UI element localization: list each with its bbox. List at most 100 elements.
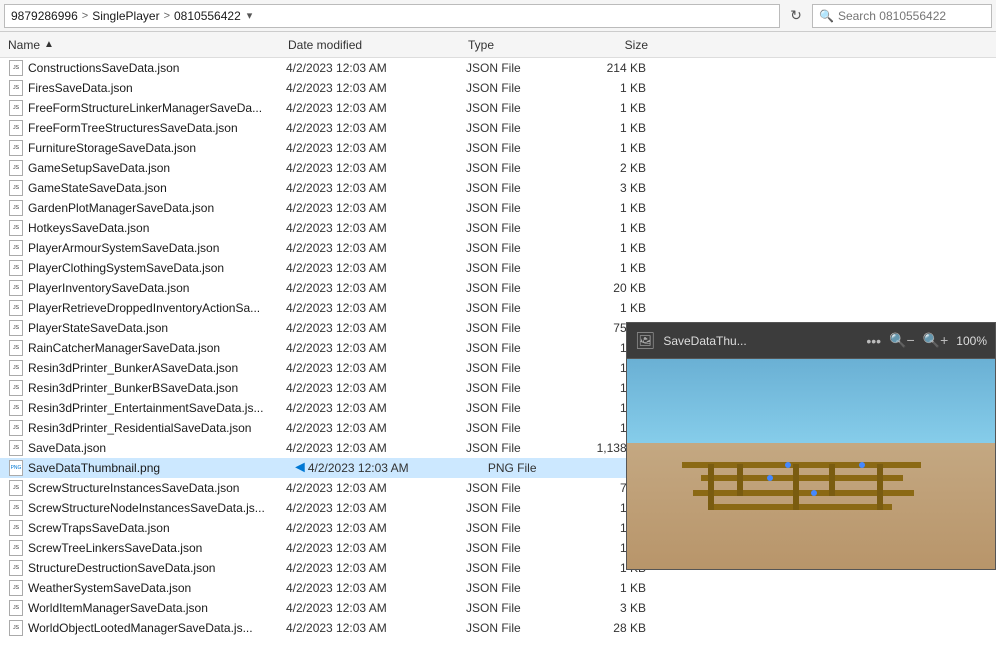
breadcrumb-part3: 0810556422 <box>174 9 241 23</box>
json-file-icon: JS <box>8 480 24 496</box>
file-date: 4/2/2023 12:03 AM <box>308 461 488 475</box>
zoom-out-button[interactable]: 🔍− <box>889 332 915 349</box>
json-file-icon: JS <box>8 400 24 416</box>
file-date: 4/2/2023 12:03 AM <box>286 201 466 215</box>
file-date: 4/2/2023 12:03 AM <box>286 401 466 415</box>
table-row[interactable]: JSPlayerArmourSystemSaveData.json4/2/202… <box>0 238 996 258</box>
json-file-icon: JS <box>8 600 24 616</box>
file-type: JSON File <box>466 61 566 75</box>
table-row[interactable]: JSWeatherSystemSaveData.json4/2/2023 12:… <box>0 578 996 598</box>
file-name: ScrewTrapsSaveData.json <box>28 521 286 535</box>
file-size: 1 KB <box>566 261 646 275</box>
file-size: 1 KB <box>566 221 646 235</box>
file-size: 1 KB <box>566 101 646 115</box>
preview-header: 🖼 SaveDataThu... ••• 🔍− 🔍+ 100% <box>627 323 995 359</box>
file-size: 3 KB <box>566 601 646 615</box>
file-date: 4/2/2023 12:03 AM <box>286 341 466 355</box>
breadcrumb-sep2: > <box>164 10 170 22</box>
file-type: JSON File <box>466 241 566 255</box>
file-name: ConstructionsSaveData.json <box>28 61 286 75</box>
refresh-button[interactable]: ↻ <box>784 4 808 28</box>
preview-image-area <box>627 359 995 569</box>
file-type: JSON File <box>466 121 566 135</box>
file-type: JSON File <box>466 421 566 435</box>
file-size: 1 KB <box>566 121 646 135</box>
file-type: JSON File <box>466 361 566 375</box>
col-header-name[interactable]: Name ▲ <box>8 38 288 52</box>
game-screenshot <box>627 359 995 569</box>
json-file-icon: JS <box>8 140 24 156</box>
file-size: 1 KB <box>566 241 646 255</box>
json-file-icon: JS <box>8 80 24 96</box>
breadcrumb-chevron-icon: ▾ <box>247 9 253 22</box>
file-name: StructureDestructionSaveData.json <box>28 561 286 575</box>
arrow-indicator: ◄ <box>292 459 308 477</box>
file-date: 4/2/2023 12:03 AM <box>286 481 466 495</box>
file-type: JSON File <box>466 301 566 315</box>
table-row[interactable]: JSGameStateSaveData.json4/2/2023 12:03 A… <box>0 178 996 198</box>
json-file-icon: JS <box>8 580 24 596</box>
file-name: FurnitureStorageSaveData.json <box>28 141 286 155</box>
file-size: 1 KB <box>566 81 646 95</box>
file-date: 4/2/2023 12:03 AM <box>286 61 466 75</box>
json-file-icon: JS <box>8 340 24 356</box>
breadcrumb-part2: SinglePlayer <box>92 9 159 23</box>
file-date: 4/2/2023 12:03 AM <box>286 361 466 375</box>
file-date: 4/2/2023 12:03 AM <box>286 141 466 155</box>
file-name: GameSetupSaveData.json <box>28 161 286 175</box>
file-type: JSON File <box>466 281 566 295</box>
json-file-icon: JS <box>8 120 24 136</box>
table-row[interactable]: JSWorldItemManagerSaveData.json4/2/2023 … <box>0 598 996 618</box>
table-row[interactable]: JSPlayerClothingSystemSaveData.json4/2/2… <box>0 258 996 278</box>
file-type: JSON File <box>466 521 566 535</box>
file-size: 1 KB <box>566 301 646 315</box>
preview-panel: 🖼 SaveDataThu... ••• 🔍− 🔍+ 100% <box>626 322 996 570</box>
col-header-size[interactable]: Size <box>568 38 648 52</box>
table-row[interactable]: JS GameSetupSaveData.json4/2/2023 12:03 A… <box>0 158 996 178</box>
file-type: JSON File <box>466 161 566 175</box>
table-row[interactable]: JSPlayerRetrieveDroppedInventoryActionSa… <box>0 298 996 318</box>
file-name: ScrewStructureInstancesSaveData.json <box>28 481 286 495</box>
table-row[interactable]: JSConstructionsSaveData.json4/2/2023 12:… <box>0 58 996 78</box>
file-name: WeatherSystemSaveData.json <box>28 581 286 595</box>
file-name: PlayerRetrieveDroppedInventoryActionSa..… <box>28 301 286 315</box>
file-type: JSON File <box>466 621 566 635</box>
png-file-icon: PNG <box>8 460 24 476</box>
breadcrumb-sep1: > <box>82 10 88 22</box>
table-row[interactable]: JSFreeFormStructureLinkerManagerSaveDa..… <box>0 98 996 118</box>
table-row[interactable]: JSPlayerInventorySaveData.json4/2/2023 1… <box>0 278 996 298</box>
file-name: Resin3dPrinter_BunkerASaveData.json <box>28 361 286 375</box>
table-row[interactable]: JSHotkeysSaveData.json4/2/2023 12:03 AMJ… <box>0 218 996 238</box>
table-row[interactable]: JSGardenPlotManagerSaveData.json4/2/2023… <box>0 198 996 218</box>
table-row[interactable]: JSFiresSaveData.json4/2/2023 12:03 AMJSO… <box>0 78 996 98</box>
preview-more-button[interactable]: ••• <box>866 333 881 349</box>
col-header-type[interactable]: Type <box>468 38 568 52</box>
file-type: JSON File <box>466 81 566 95</box>
file-date: 4/2/2023 12:03 AM <box>286 161 466 175</box>
file-date: 4/2/2023 12:03 AM <box>286 281 466 295</box>
json-file-icon: JS <box>8 200 24 216</box>
file-name: WorldItemManagerSaveData.json <box>28 601 286 615</box>
breadcrumb[interactable]: 9879286996 > SinglePlayer > 0810556422 ▾ <box>4 4 780 28</box>
json-file-icon: JS <box>8 540 24 556</box>
json-file-icon: JS <box>8 560 24 576</box>
zoom-level: 100% <box>956 334 987 348</box>
json-file-icon: JS <box>8 160 24 176</box>
col-header-date[interactable]: Date modified <box>288 38 468 52</box>
table-row[interactable]: JS FurnitureStorageSaveData.json4/2/2023 … <box>0 138 996 158</box>
file-size: 3 KB <box>566 181 646 195</box>
file-type: JSON File <box>466 601 566 615</box>
file-date: 4/2/2023 12:03 AM <box>286 381 466 395</box>
search-input[interactable] <box>838 9 978 23</box>
file-date: 4/2/2023 12:03 AM <box>286 321 466 335</box>
file-type: PNG File <box>488 461 588 475</box>
file-size: 214 KB <box>566 61 646 75</box>
table-row[interactable]: JSFreeFormTreeStructuresSaveData.json4/2… <box>0 118 996 138</box>
file-date: 4/2/2023 12:03 AM <box>286 561 466 575</box>
zoom-in-button[interactable]: 🔍+ <box>923 332 949 349</box>
table-row[interactable]: JSWorldObjectLootedManagerSaveData.js...… <box>0 618 996 638</box>
file-name: Resin3dPrinter_BunkerBSaveData.json <box>28 381 286 395</box>
file-size: 1 KB <box>566 581 646 595</box>
search-box[interactable]: 🔍 <box>812 4 992 28</box>
preview-image-icon: 🖼 <box>635 331 655 351</box>
